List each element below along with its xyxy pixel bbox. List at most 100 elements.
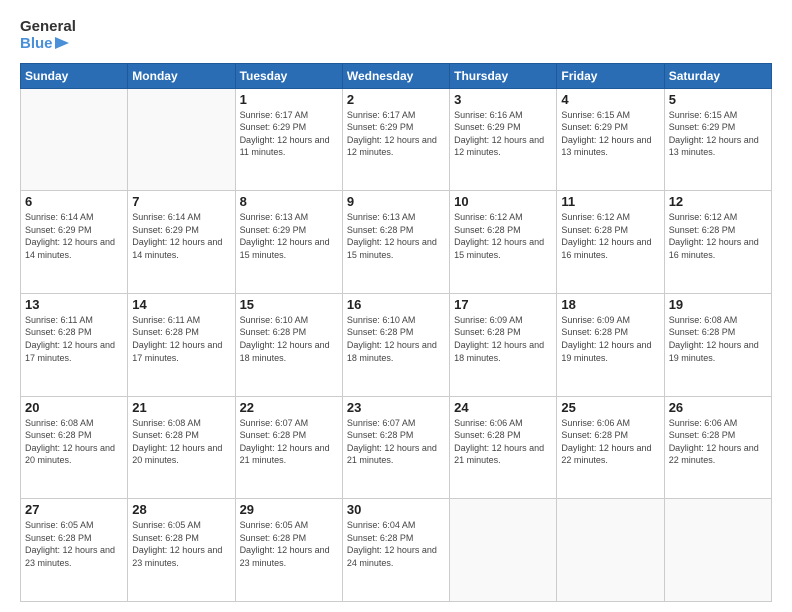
calendar-cell: 16Sunrise: 6:10 AMSunset: 6:28 PMDayligh…	[342, 293, 449, 396]
sun-info: Sunrise: 6:08 AMSunset: 6:28 PMDaylight:…	[669, 314, 767, 364]
weekday-header-monday: Monday	[128, 63, 235, 88]
calendar-table: SundayMondayTuesdayWednesdayThursdayFrid…	[20, 63, 772, 603]
day-number: 2	[347, 92, 445, 107]
sun-info: Sunrise: 6:17 AMSunset: 6:29 PMDaylight:…	[347, 109, 445, 159]
day-number: 22	[240, 400, 338, 415]
calendar-cell: 27 Sunrise: 6:05 AMSunset: 6:28 PMDayligh…	[21, 499, 128, 602]
sun-info: Sunrise: 6:16 AMSunset: 6:29 PMDaylight:…	[454, 109, 552, 159]
calendar-cell: 18 Sunrise: 6:09 AMSunset: 6:28 PMDayligh…	[557, 293, 664, 396]
calendar-cell: 22 Sunrise: 6:07 AMSunset: 6:28 PMDayligh…	[235, 396, 342, 499]
weekday-header-tuesday: Tuesday	[235, 63, 342, 88]
calendar-week-3: 13 Sunrise: 6:11 AMSunset: 6:28 PMDayligh…	[21, 293, 772, 396]
calendar-cell	[557, 499, 664, 602]
calendar-cell: 5 Sunrise: 6:15 AMSunset: 6:29 PMDaylight…	[664, 88, 771, 191]
sun-info: Sunrise: 6:11 AMSunset: 6:28 PMDaylight:…	[25, 314, 123, 364]
sun-info: Sunrise: 6:13 AMSunset: 6:28 PMDaylight:…	[347, 211, 445, 261]
day-number: 19	[669, 297, 767, 312]
calendar-cell	[450, 499, 557, 602]
day-number: 9	[347, 194, 445, 209]
day-number: 20	[25, 400, 123, 415]
calendar-cell: 14 Sunrise: 6:11 AMSunset: 6:28 PMDayligh…	[128, 293, 235, 396]
calendar-cell: 19 Sunrise: 6:08 AMSunset: 6:28 PMDayligh…	[664, 293, 771, 396]
day-number: 30	[347, 502, 445, 517]
calendar-cell: 7 Sunrise: 6:14 AMSunset: 6:29 PMDaylight…	[128, 191, 235, 294]
sun-info: Sunrise: 6:11 AMSunset: 6:28 PMDaylight:…	[132, 314, 230, 364]
calendar-cell: 24 Sunrise: 6:06 AMSunset: 6:28 PMDayligh…	[450, 396, 557, 499]
day-number: 3	[454, 92, 552, 107]
day-number: 21	[132, 400, 230, 415]
calendar-week-1: 1Sunrise: 6:17 AMSunset: 6:29 PMDaylight…	[21, 88, 772, 191]
day-number: 26	[669, 400, 767, 415]
sun-info: Sunrise: 6:14 AMSunset: 6:29 PMDaylight:…	[132, 211, 230, 261]
sun-info: Sunrise: 6:15 AMSunset: 6:29 PMDaylight:…	[561, 109, 659, 159]
sun-info: Sunrise: 6:06 AMSunset: 6:28 PMDaylight:…	[669, 417, 767, 467]
day-number: 17	[454, 297, 552, 312]
logo: General Blue	[20, 18, 76, 53]
sun-info: Sunrise: 6:10 AMSunset: 6:28 PMDaylight:…	[347, 314, 445, 364]
weekday-header-friday: Friday	[557, 63, 664, 88]
calendar-cell	[128, 88, 235, 191]
weekday-header-saturday: Saturday	[664, 63, 771, 88]
day-number: 7	[132, 194, 230, 209]
sun-info: Sunrise: 6:05 AMSunset: 6:28 PMDaylight:…	[25, 519, 123, 569]
calendar-cell: 23Sunrise: 6:07 AMSunset: 6:28 PMDayligh…	[342, 396, 449, 499]
calendar-cell: 4 Sunrise: 6:15 AMSunset: 6:29 PMDaylight…	[557, 88, 664, 191]
day-number: 12	[669, 194, 767, 209]
day-number: 11	[561, 194, 659, 209]
calendar-cell: 9 Sunrise: 6:13 AMSunset: 6:28 PMDaylight…	[342, 191, 449, 294]
calendar-cell: 20Sunrise: 6:08 AMSunset: 6:28 PMDayligh…	[21, 396, 128, 499]
calendar-week-2: 6 Sunrise: 6:14 AMSunset: 6:29 PMDaylight…	[21, 191, 772, 294]
day-number: 23	[347, 400, 445, 415]
day-number: 14	[132, 297, 230, 312]
calendar-cell: 21 Sunrise: 6:08 AMSunset: 6:28 PMDayligh…	[128, 396, 235, 499]
calendar-cell: 1Sunrise: 6:17 AMSunset: 6:29 PMDaylight…	[235, 88, 342, 191]
calendar-cell: 15 Sunrise: 6:10 AMSunset: 6:28 PMDayligh…	[235, 293, 342, 396]
calendar-cell: 10Sunrise: 6:12 AMSunset: 6:28 PMDayligh…	[450, 191, 557, 294]
sun-info: Sunrise: 6:06 AMSunset: 6:28 PMDaylight:…	[561, 417, 659, 467]
day-number: 28	[132, 502, 230, 517]
calendar-cell: 12Sunrise: 6:12 AMSunset: 6:28 PMDayligh…	[664, 191, 771, 294]
weekday-header-wednesday: Wednesday	[342, 63, 449, 88]
sun-info: Sunrise: 6:10 AMSunset: 6:28 PMDaylight:…	[240, 314, 338, 364]
day-number: 15	[240, 297, 338, 312]
sun-info: Sunrise: 6:04 AMSunset: 6:28 PMDaylight:…	[347, 519, 445, 569]
sun-info: Sunrise: 6:07 AMSunset: 6:28 PMDaylight:…	[240, 417, 338, 467]
day-number: 5	[669, 92, 767, 107]
calendar-cell: 25 Sunrise: 6:06 AMSunset: 6:28 PMDayligh…	[557, 396, 664, 499]
weekday-header-sunday: Sunday	[21, 63, 128, 88]
logo-text: General Blue	[20, 18, 76, 53]
sun-info: Sunrise: 6:12 AMSunset: 6:28 PMDaylight:…	[561, 211, 659, 261]
sun-info: Sunrise: 6:13 AMSunset: 6:29 PMDaylight:…	[240, 211, 338, 261]
calendar-cell: 3 Sunrise: 6:16 AMSunset: 6:29 PMDaylight…	[450, 88, 557, 191]
sun-info: Sunrise: 6:14 AMSunset: 6:29 PMDaylight:…	[25, 211, 123, 261]
calendar-cell: 2 Sunrise: 6:17 AMSunset: 6:29 PMDaylight…	[342, 88, 449, 191]
sun-info: Sunrise: 6:15 AMSunset: 6:29 PMDaylight:…	[669, 109, 767, 159]
day-number: 24	[454, 400, 552, 415]
sun-info: Sunrise: 6:09 AMSunset: 6:28 PMDaylight:…	[561, 314, 659, 364]
day-number: 4	[561, 92, 659, 107]
day-number: 18	[561, 297, 659, 312]
sun-info: Sunrise: 6:12 AMSunset: 6:28 PMDaylight:…	[454, 211, 552, 261]
sun-info: Sunrise: 6:05 AMSunset: 6:28 PMDaylight:…	[132, 519, 230, 569]
calendar-week-5: 27 Sunrise: 6:05 AMSunset: 6:28 PMDayligh…	[21, 499, 772, 602]
day-number: 27	[25, 502, 123, 517]
calendar-cell: 26 Sunrise: 6:06 AMSunset: 6:28 PMDayligh…	[664, 396, 771, 499]
calendar-cell: 28 Sunrise: 6:05 AMSunset: 6:28 PMDayligh…	[128, 499, 235, 602]
calendar-cell: 17Sunrise: 6:09 AMSunset: 6:28 PMDayligh…	[450, 293, 557, 396]
calendar-cell: 13 Sunrise: 6:11 AMSunset: 6:28 PMDayligh…	[21, 293, 128, 396]
day-number: 29	[240, 502, 338, 517]
calendar-cell: 29Sunrise: 6:05 AMSunset: 6:28 PMDayligh…	[235, 499, 342, 602]
sun-info: Sunrise: 6:08 AMSunset: 6:28 PMDaylight:…	[132, 417, 230, 467]
day-number: 8	[240, 194, 338, 209]
calendar-cell: 6 Sunrise: 6:14 AMSunset: 6:29 PMDaylight…	[21, 191, 128, 294]
weekday-header-thursday: Thursday	[450, 63, 557, 88]
calendar-week-4: 20 Sunrise: 6:08 AMSunset: 6:28 PMDayligh…	[21, 396, 772, 499]
calendar-cell: 8 Sunrise: 6:13 AMSunset: 6:29 PMDaylight…	[235, 191, 342, 294]
day-number: 6	[25, 194, 123, 209]
sun-info: Sunrise: 6:06 AMSunset: 6:28 PMDaylight:…	[454, 417, 552, 467]
calendar-cell	[21, 88, 128, 191]
day-number: 13	[25, 297, 123, 312]
day-number: 25	[561, 400, 659, 415]
calendar-cell: 11 Sunrise: 6:12 AMSunset: 6:28 PMDayligh…	[557, 191, 664, 294]
page-header: General Blue	[20, 18, 772, 53]
